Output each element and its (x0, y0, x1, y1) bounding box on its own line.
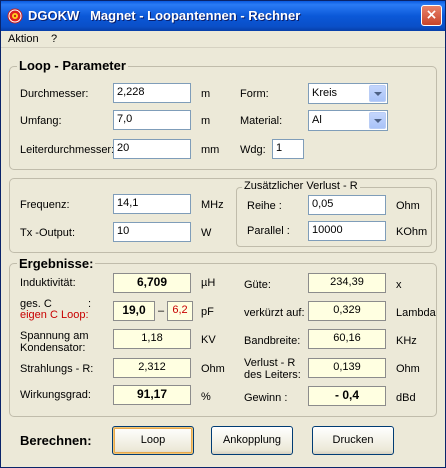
frequenz-input[interactable]: 14,1 (113, 194, 191, 214)
menu-aktion[interactable]: Aktion (8, 33, 39, 45)
parallel-label: Parallel : (247, 225, 290, 237)
durchmesser-unit: m (201, 88, 211, 100)
reihe-unit: Ohm (396, 200, 420, 212)
gewinn-output: - 0,4 (308, 386, 386, 406)
leiterdurchmesser-label: Leiterdurchmesser: (20, 144, 115, 156)
durchmesser-label: Durchmesser: (20, 88, 89, 100)
form-label: Form: (240, 88, 269, 100)
umfang-input[interactable]: 7,0 (113, 110, 191, 130)
induktivitaet-unit: µH (201, 277, 216, 289)
spannung-label-1: Spannung am (20, 330, 89, 342)
parallel-unit: KOhm (396, 226, 428, 238)
window-title: DGOKW Magnet - Loopantennen - Rechner (28, 8, 301, 23)
verlust-leiter-label-1: Verlust - R (244, 357, 296, 369)
verkuerzt-output: 0,329 (308, 301, 386, 321)
verlust-leiter-label-2: des Leiters: (244, 369, 301, 381)
app-logo-icon (7, 8, 23, 24)
menu-help[interactable]: ? (51, 33, 57, 45)
frequenz-label: Frequenz: (20, 199, 70, 211)
material-label: Material: (240, 115, 283, 127)
gewinn-unit: dBd (396, 392, 416, 404)
ankopplung-button[interactable]: Ankopplung (211, 426, 293, 455)
material-select[interactable]: Al (308, 110, 388, 131)
strahlungs-unit: Ohm (201, 363, 225, 375)
verkuerzt-unit: Lambda (396, 307, 436, 319)
menu-bar: Aktion ? (1, 31, 445, 48)
verlust-leiter-output: 0,139 (308, 358, 386, 378)
material-select-value: Al (312, 114, 322, 126)
loop-parameter-title: Loop - Parameter (17, 58, 128, 73)
eigen-c-output: 6,2 (167, 301, 193, 321)
drucken-button[interactable]: Drucken (312, 426, 394, 455)
kapazitaet-dash: – (158, 305, 165, 317)
parallel-input[interactable]: 10000 (308, 221, 386, 241)
strahlungs-output: 2,312 (113, 358, 191, 378)
wdg-label: Wdg: (240, 144, 266, 156)
leiterdurchmesser-input[interactable]: 20 (113, 139, 191, 159)
tx-output-input[interactable]: 10 (113, 222, 191, 242)
strahlungs-label: Strahlungs - R: (20, 363, 94, 375)
gewinn-label: Gewinn : (244, 392, 288, 404)
wirkungsgrad-unit: % (201, 391, 211, 403)
wdg-input[interactable]: 1 (272, 139, 304, 159)
verlust-leiter-unit: Ohm (396, 363, 420, 375)
wirkungsgrad-output: 91,17 (113, 385, 191, 405)
durchmesser-input[interactable]: 2,228 (113, 83, 191, 103)
spannung-unit: KV (201, 334, 216, 346)
eigen-c-label: eigen C Loop: (20, 309, 89, 321)
verkuerzt-label: verkürzt auf: (244, 307, 305, 319)
form-select[interactable]: Kreis (308, 83, 388, 104)
tx-output-label: Tx -Output: (20, 227, 76, 239)
tx-output-unit: W (201, 227, 212, 239)
verlust-title: Zusätzlicher Verlust - R (242, 180, 360, 192)
spannung-output: 1,18 (113, 329, 191, 349)
guete-label: Güte: (244, 279, 271, 291)
umfang-label: Umfang: (20, 115, 62, 127)
form-select-value: Kreis (312, 87, 338, 99)
kapazitaet-unit: pF (201, 306, 214, 318)
chevron-down-icon[interactable] (369, 85, 386, 102)
bandbreite-label: Bandbreite: (244, 335, 301, 347)
guete-unit: x (396, 279, 402, 291)
bandbreite-output: 60,16 (308, 329, 386, 349)
spannung-label-2: Kondensator: (20, 342, 86, 354)
chevron-down-icon[interactable] (369, 112, 386, 129)
bandbreite-unit: KHz (396, 335, 417, 347)
guete-output: 234,39 (308, 273, 386, 293)
berechnen-label: Berechnen: (20, 433, 92, 448)
leiterdurchmesser-unit: mm (201, 144, 220, 156)
umfang-unit: m (201, 115, 211, 127)
reihe-label: Reihe : (247, 200, 282, 212)
close-button[interactable]: × (421, 5, 442, 26)
app-window: DGOKW Magnet - Loopantennen - Rechner × … (0, 0, 446, 468)
loop-button[interactable]: Loop (112, 426, 194, 455)
induktivitaet-output: 6,709 (113, 273, 191, 293)
wirkungsgrad-label: Wirkungsgrad: (20, 389, 91, 401)
reihe-input[interactable]: 0,05 (308, 195, 386, 215)
induktivitaet-label: Induktivität: (20, 277, 76, 289)
ergebnisse-title: Ergebnisse: (17, 256, 96, 271)
title-bar[interactable]: DGOKW Magnet - Loopantennen - Rechner × (1, 1, 445, 31)
ges-c-output: 19,0 (113, 301, 155, 321)
frequenz-unit: MHz (201, 199, 224, 211)
